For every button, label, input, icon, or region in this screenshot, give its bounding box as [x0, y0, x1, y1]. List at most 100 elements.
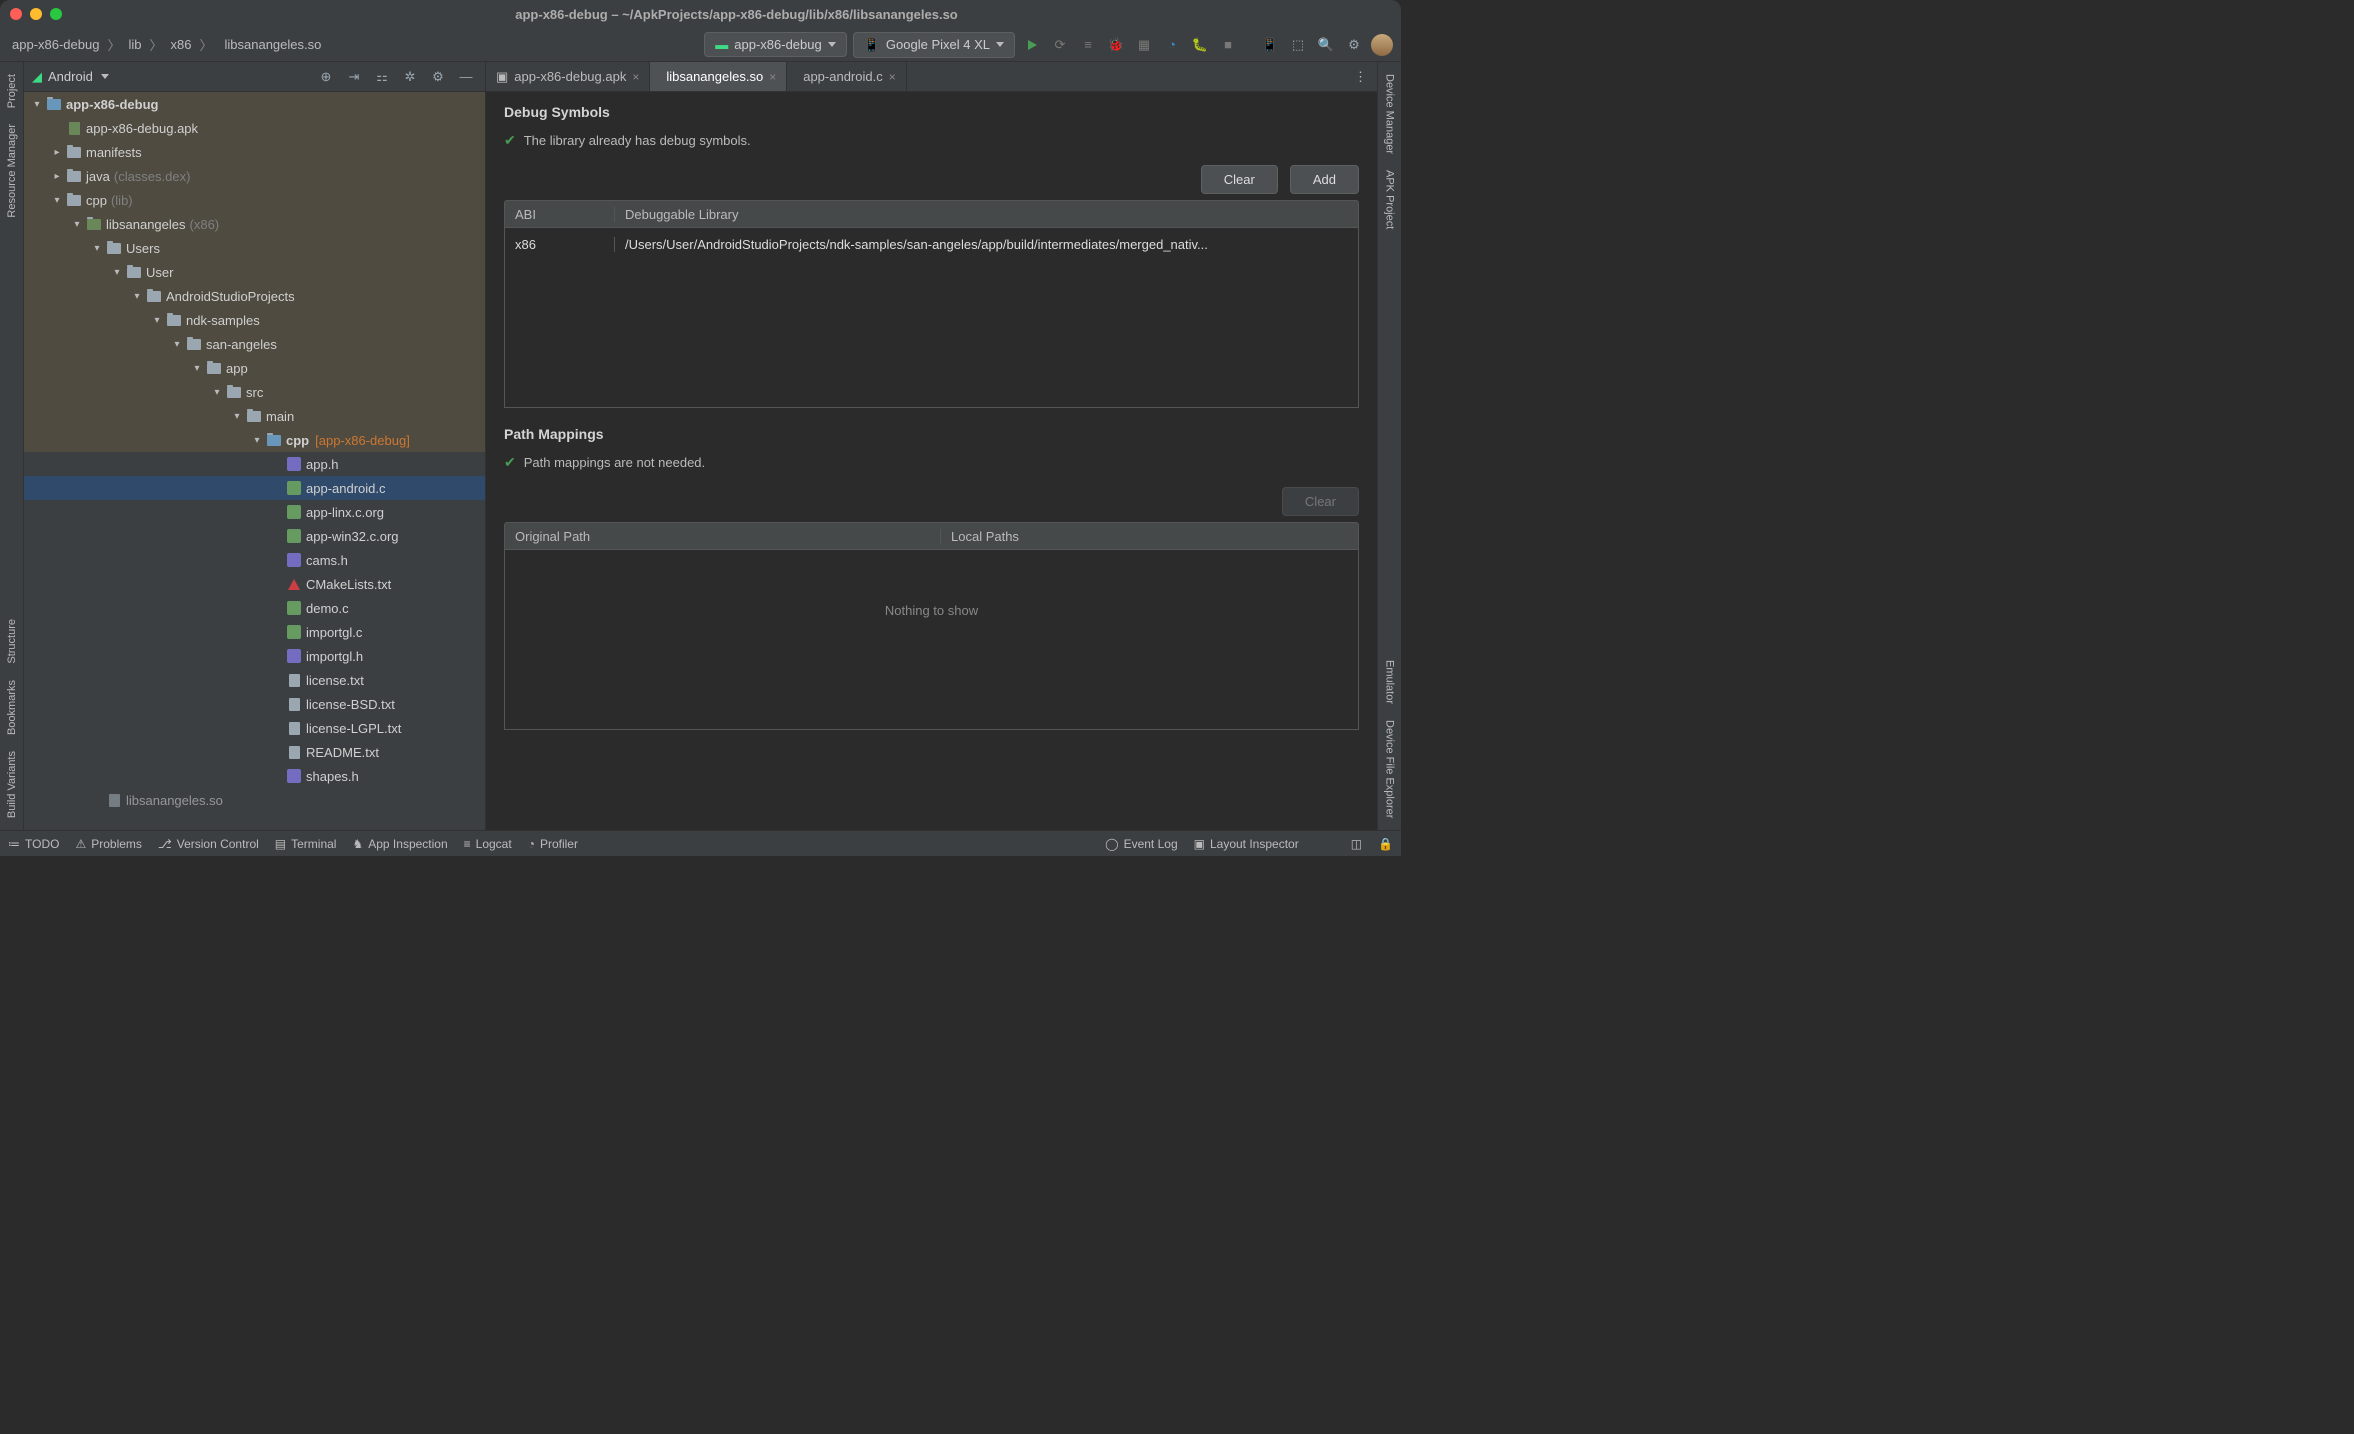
- tree-expander-icon[interactable]: ▾: [112, 267, 122, 278]
- tree-row[interactable]: libsanangeles.so: [24, 788, 485, 812]
- run-button[interactable]: [1021, 34, 1043, 56]
- tree-expander-icon[interactable]: ▾: [72, 219, 82, 230]
- tool-window-device-file-explorer[interactable]: Device File Explorer: [1382, 712, 1398, 826]
- more-tabs-icon[interactable]: ⋮: [1344, 69, 1377, 85]
- status-todo[interactable]: ≔TODO: [8, 837, 59, 851]
- tree-expander-icon[interactable]: ▾: [212, 387, 222, 398]
- tree-row[interactable]: ▾cpp(lib): [24, 188, 485, 212]
- tree-row[interactable]: license.txt: [24, 668, 485, 692]
- tree-row[interactable]: importgl.c: [24, 620, 485, 644]
- tree-row[interactable]: README.txt: [24, 740, 485, 764]
- tool-window-project[interactable]: Project: [4, 66, 20, 116]
- tree-expander-icon[interactable]: ▸: [52, 147, 62, 158]
- box-icon[interactable]: ⬚: [1287, 34, 1309, 56]
- tree-expander-icon[interactable]: ▾: [232, 411, 242, 422]
- tree-row[interactable]: app.h: [24, 452, 485, 476]
- editor-tab[interactable]: ▣ app-x86-debug.apk ×: [486, 62, 650, 91]
- tree-row[interactable]: CMakeLists.txt: [24, 572, 485, 596]
- tree-row[interactable]: ▸java(classes.dex): [24, 164, 485, 188]
- close-icon[interactable]: ×: [889, 70, 896, 84]
- tool-window-apk-project[interactable]: APK Project: [1382, 162, 1398, 237]
- tree-row[interactable]: ▾src: [24, 380, 485, 404]
- status-lock-icon[interactable]: 🔒: [1378, 837, 1393, 851]
- tool-window-bookmarks[interactable]: Bookmarks: [4, 672, 20, 743]
- tree-row[interactable]: shapes.h: [24, 764, 485, 788]
- status-profiler[interactable]: ◔Profiler: [528, 837, 578, 851]
- device-combo[interactable]: 📱 Google Pixel 4 XL: [853, 32, 1015, 58]
- tree-expander-icon[interactable]: ▾: [132, 291, 142, 302]
- tree-row[interactable]: ▾libsanangeles(x86): [24, 212, 485, 236]
- editor-tab[interactable]: libsanangeles.so ×: [650, 62, 787, 91]
- tree-row[interactable]: ▾main: [24, 404, 485, 428]
- close-icon[interactable]: ×: [769, 70, 776, 84]
- tree-row[interactable]: ▾san-angeles: [24, 332, 485, 356]
- tool-window-build-variants[interactable]: Build Variants: [4, 743, 20, 826]
- tree-expander-icon[interactable]: ▾: [192, 363, 202, 374]
- close-icon[interactable]: ×: [632, 70, 639, 84]
- tree-row[interactable]: ▾app: [24, 356, 485, 380]
- coverage-icon[interactable]: ▦: [1133, 34, 1155, 56]
- run-config-combo[interactable]: ▬ app-x86-debug: [704, 32, 846, 57]
- tree-row[interactable]: ▾User: [24, 260, 485, 284]
- tree-row[interactable]: app-linx.c.org: [24, 500, 485, 524]
- editor-tab[interactable]: app-android.c ×: [787, 62, 907, 91]
- status-app-inspection[interactable]: ♞App Inspection: [352, 837, 447, 851]
- apply-code-icon[interactable]: ≡: [1077, 34, 1099, 56]
- tree-row[interactable]: demo.c: [24, 596, 485, 620]
- tree-row[interactable]: ▾AndroidStudioProjects: [24, 284, 485, 308]
- avatar[interactable]: [1371, 34, 1393, 56]
- target-icon[interactable]: ⊕: [315, 66, 337, 88]
- show-options-icon[interactable]: ✲: [399, 66, 421, 88]
- attach-debugger-icon[interactable]: 🐛: [1189, 34, 1211, 56]
- tree-row[interactable]: importgl.h: [24, 644, 485, 668]
- breadcrumb-seg[interactable]: lib: [124, 35, 145, 54]
- table-row[interactable]: x86 /Users/User/AndroidStudioProjects/nd…: [505, 228, 1358, 260]
- tree-expander-icon[interactable]: ▾: [152, 315, 162, 326]
- tool-window-device-manager[interactable]: Device Manager: [1382, 66, 1398, 162]
- tree-row[interactable]: app-x86-debug.apk: [24, 116, 485, 140]
- status-pane-icon[interactable]: ◫: [1351, 837, 1362, 851]
- tree-expander-icon[interactable]: ▸: [52, 171, 62, 182]
- tree-row[interactable]: ▸manifests: [24, 140, 485, 164]
- project-tree[interactable]: ▾app-x86-debugapp-x86-debug.apk▸manifest…: [24, 92, 485, 830]
- tree-expander-icon[interactable]: ▾: [52, 195, 62, 206]
- tree-row[interactable]: ▾app-x86-debug: [24, 92, 485, 116]
- tool-window-structure[interactable]: Structure: [4, 611, 20, 672]
- tree-row[interactable]: ▾cpp[app-x86-debug]: [24, 428, 485, 452]
- close-window-icon[interactable]: [10, 8, 22, 20]
- gear-icon[interactable]: ⚙: [1343, 34, 1365, 56]
- status-event-log[interactable]: ◯Event Log: [1105, 837, 1177, 851]
- tree-expander-icon[interactable]: ▾: [32, 99, 42, 110]
- status-terminal[interactable]: ▤Terminal: [275, 837, 337, 851]
- options-icon[interactable]: ⚏: [371, 66, 393, 88]
- search-icon[interactable]: 🔍: [1315, 34, 1337, 56]
- sync-icon[interactable]: 📱: [1259, 34, 1281, 56]
- tree-row[interactable]: license-LGPL.txt: [24, 716, 485, 740]
- collapse-icon[interactable]: ⇥: [343, 66, 365, 88]
- status-logcat[interactable]: ≡Logcat: [464, 837, 512, 851]
- tree-expander-icon[interactable]: ▾: [252, 435, 262, 446]
- tree-row[interactable]: ▾Users: [24, 236, 485, 260]
- minimize-window-icon[interactable]: [30, 8, 42, 20]
- status-vcs[interactable]: ⎇Version Control: [158, 837, 259, 851]
- debug-button[interactable]: 🐞: [1105, 34, 1127, 56]
- tree-row[interactable]: app-win32.c.org: [24, 524, 485, 548]
- stop-button[interactable]: ■: [1217, 34, 1239, 56]
- tree-row[interactable]: license-BSD.txt: [24, 692, 485, 716]
- status-problems[interactable]: ⚠Problems: [75, 837, 141, 851]
- add-button[interactable]: Add: [1290, 165, 1359, 194]
- hide-icon[interactable]: —: [455, 66, 477, 88]
- status-layout-inspector[interactable]: ▣Layout Inspector: [1194, 837, 1299, 851]
- breadcrumb-seg[interactable]: app-x86-debug: [8, 35, 103, 54]
- breadcrumb-seg[interactable]: x86: [167, 35, 196, 54]
- clear-button[interactable]: Clear: [1201, 165, 1278, 194]
- tree-row[interactable]: cams.h: [24, 548, 485, 572]
- apply-changes-icon[interactable]: ⟳: [1049, 34, 1071, 56]
- tree-expander-icon[interactable]: ▾: [92, 243, 102, 254]
- profile-icon[interactable]: ◔: [1161, 34, 1183, 56]
- maximize-window-icon[interactable]: [50, 8, 62, 20]
- tool-window-emulator[interactable]: Emulator: [1382, 652, 1398, 712]
- tree-row[interactable]: ▾ndk-samples: [24, 308, 485, 332]
- gear-icon[interactable]: ⚙: [427, 66, 449, 88]
- tree-expander-icon[interactable]: ▾: [172, 339, 182, 350]
